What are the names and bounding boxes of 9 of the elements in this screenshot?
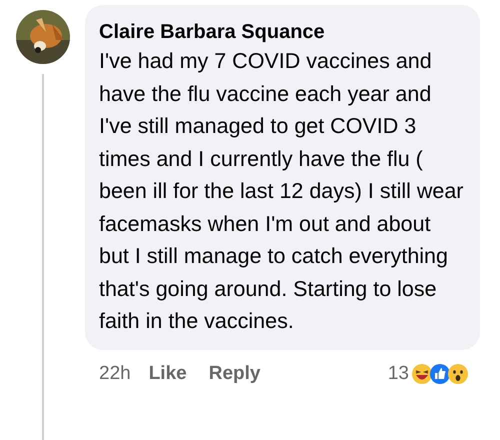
action-link[interactable]: Like — [148, 360, 187, 388]
laughing-face-icon — [412, 364, 432, 384]
surprised-face-icon — [448, 364, 468, 384]
author-name[interactable]: Claire Barbara Squance — [99, 19, 466, 45]
timestamp: 22h — [99, 362, 131, 386]
comment-text: I've had my 7 COVID vaccines and have the flu vaccine each year and I've still managed to get COVID 3 times and I currently have the flu ( been ill for the last 12 days) I still wear facemasks when I'm out and about but I still manage to catch everything that's going around. Starting to lose faith in the vaccines. — [99, 48, 464, 335]
thumbs-up-icon — [430, 364, 450, 384]
reaction-count: 13 — [388, 362, 409, 386]
action-link[interactable]: Reply — [208, 360, 260, 388]
